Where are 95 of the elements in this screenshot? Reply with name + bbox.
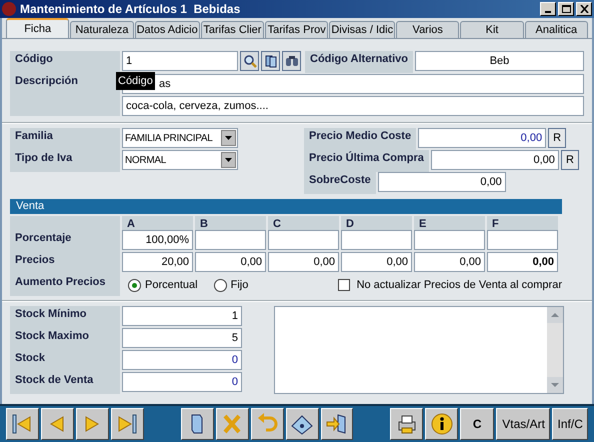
table-cell[interactable]: 0,00 bbox=[268, 252, 339, 272]
table-cell[interactable]: 0,00 bbox=[487, 252, 558, 272]
toolbar-button[interactable]: Inf/C bbox=[552, 408, 588, 440]
field-label: Precio Medio Coste bbox=[304, 128, 416, 150]
table-cell[interactable]: 20,00 bbox=[122, 252, 193, 272]
toolbar-button[interactable] bbox=[320, 408, 354, 440]
field-label: Stock Mínimo bbox=[10, 306, 120, 328]
column-header: B bbox=[195, 216, 266, 230]
radio-button[interactable] bbox=[128, 278, 141, 292]
column-header: F bbox=[487, 216, 558, 230]
binoculars-button[interactable] bbox=[282, 51, 301, 71]
input-field[interactable]: 0 bbox=[122, 372, 242, 392]
toolbar-button[interactable] bbox=[216, 408, 249, 440]
dropdown[interactable]: FAMILIA PRINCIPAL bbox=[122, 128, 238, 148]
field-label: Precios bbox=[10, 252, 120, 274]
radio-label: Porcentual bbox=[145, 278, 198, 293]
section-header: Venta bbox=[10, 199, 562, 214]
minimize-button[interactable] bbox=[540, 2, 556, 16]
tooltip: Código bbox=[116, 72, 155, 90]
checkbox[interactable] bbox=[338, 279, 350, 291]
field-label: Descripción bbox=[10, 73, 120, 116]
document-button[interactable] bbox=[261, 51, 280, 71]
text-area[interactable] bbox=[274, 306, 564, 394]
toolbar-button[interactable] bbox=[286, 408, 319, 440]
dropdown-value: NORMAL bbox=[125, 154, 167, 168]
table-cell[interactable]: 100,00% bbox=[122, 230, 193, 250]
checkbox-label: No actualizar Precios de Venta al comprar bbox=[356, 278, 562, 293]
radio-label: Fijo bbox=[230, 278, 248, 293]
field-label: Aumento Precios bbox=[10, 274, 120, 296]
binoculars-icon bbox=[284, 54, 298, 68]
maximize-icon bbox=[562, 5, 570, 13]
toolbar-button[interactable] bbox=[390, 408, 424, 440]
toolbar-button[interactable] bbox=[180, 408, 214, 440]
table-cell[interactable] bbox=[341, 230, 412, 250]
column-header: E bbox=[414, 216, 485, 230]
table-cell[interactable] bbox=[414, 230, 485, 250]
refresh-button[interactable]: R bbox=[548, 128, 566, 148]
table-cell[interactable] bbox=[195, 230, 266, 250]
documents-icon bbox=[264, 54, 278, 68]
input-field[interactable]: 5 bbox=[122, 328, 242, 348]
dropdown-value: FAMILIA PRINCIPAL bbox=[125, 132, 214, 146]
toolbar-button[interactable] bbox=[250, 408, 284, 440]
input-field[interactable]: 0 bbox=[122, 350, 242, 370]
tab[interactable]: Naturaleza bbox=[70, 21, 134, 38]
table-cell[interactable] bbox=[487, 230, 558, 250]
column-header: C bbox=[268, 216, 339, 230]
tab[interactable]: Tarifas Clier bbox=[200, 21, 264, 38]
field-label: Código Alternativo bbox=[305, 51, 413, 73]
field-label: Stock Maximo bbox=[10, 328, 120, 350]
radio-button[interactable] bbox=[214, 278, 227, 292]
input-field[interactable]: Beb bbox=[414, 51, 584, 71]
tab[interactable]: Ficha bbox=[6, 18, 70, 38]
table-cell[interactable] bbox=[268, 230, 339, 250]
tab[interactable]: Divisas / Idic bbox=[329, 21, 396, 38]
table-cell[interactable]: 0,00 bbox=[414, 252, 485, 272]
toolbar-button[interactable]: Vtas/Art bbox=[496, 408, 550, 440]
toolbar-button[interactable] bbox=[425, 408, 458, 440]
input-field[interactable]: 0,00 bbox=[418, 128, 546, 148]
tab[interactable]: Tarifas Prov bbox=[265, 21, 328, 38]
window-title: Mantenimiento de Artículos 1 Bebidas bbox=[20, 1, 242, 18]
field-label: Precio Última Compra bbox=[304, 150, 429, 172]
refresh-button[interactable]: R bbox=[560, 150, 579, 170]
tab[interactable]: Datos Adicio bbox=[134, 21, 200, 38]
field-label: Tipo de Iva bbox=[10, 150, 120, 172]
toolbar-button[interactable]: C bbox=[460, 408, 494, 440]
field-label: SobreCoste bbox=[304, 172, 376, 194]
field-label: Porcentaje bbox=[10, 230, 120, 252]
search-button[interactable] bbox=[240, 51, 259, 71]
maximize-button[interactable] bbox=[558, 2, 574, 16]
close-icon bbox=[580, 5, 588, 13]
field-label: Familia bbox=[10, 128, 120, 150]
close-button[interactable] bbox=[576, 2, 592, 16]
toolbar-button[interactable] bbox=[6, 408, 39, 440]
info-icon bbox=[430, 412, 454, 436]
tab[interactable]: Varios bbox=[396, 21, 460, 38]
input-field[interactable]: coca-cola, cerveza, zumos.... bbox=[122, 96, 584, 116]
table-cell[interactable]: 0,00 bbox=[195, 252, 266, 272]
field-label: Código bbox=[10, 51, 120, 73]
app-logo-icon bbox=[2, 2, 16, 16]
toolbar-button[interactable] bbox=[76, 408, 109, 440]
tab[interactable]: Kit bbox=[460, 21, 524, 38]
toolbar-button[interactable] bbox=[40, 408, 74, 440]
input-field[interactable]: 0,00 bbox=[430, 150, 559, 170]
table-cell[interactable]: 0,00 bbox=[341, 252, 412, 272]
toolbar-button[interactable] bbox=[110, 408, 144, 440]
field-label: Stock de Venta bbox=[10, 372, 120, 394]
dropdown[interactable]: NORMAL bbox=[122, 150, 238, 170]
search-icon bbox=[242, 54, 256, 68]
input-field[interactable]: 1 bbox=[122, 51, 238, 71]
tab[interactable]: Analitica bbox=[524, 21, 588, 38]
column-header: D bbox=[341, 216, 412, 230]
column-header: A bbox=[122, 216, 193, 230]
input-field[interactable]: 0,00 bbox=[378, 172, 506, 192]
input-field[interactable]: 1 bbox=[122, 306, 242, 326]
field-label: Stock bbox=[10, 350, 120, 372]
